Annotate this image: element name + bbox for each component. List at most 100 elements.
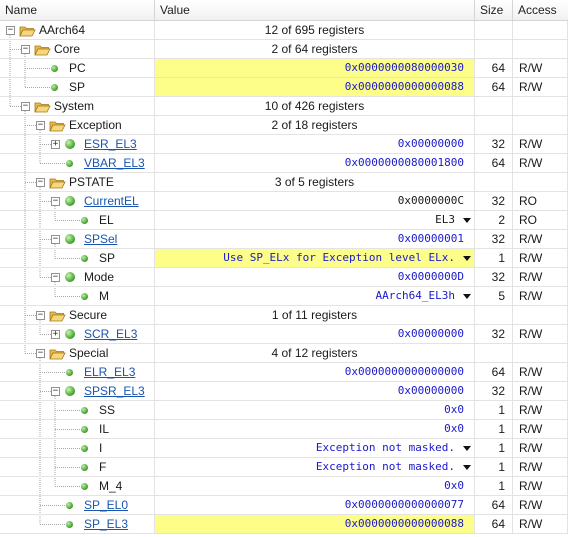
name-cell[interactable]: − AArch64 <box>0 21 155 40</box>
value-cell[interactable]: 0x0000000C <box>155 192 475 211</box>
value-cell[interactable]: AArch64_EL3h <box>155 287 475 306</box>
value-cell[interactable]: 0x00000000 <box>155 135 475 154</box>
value-cell[interactable]: 0x0 <box>155 401 475 420</box>
collapse-icon[interactable]: − <box>36 311 45 320</box>
name-cell[interactable]: − SPSR_EL3 <box>0 382 155 401</box>
collapse-icon[interactable]: − <box>51 273 60 282</box>
tree-group-row[interactable]: − PSTATE 3 of 5 registers <box>0 173 568 192</box>
value-cell[interactable]: 0x00000000 <box>155 382 475 401</box>
register-row[interactable]: M_4 0x0 1 R/W <box>0 477 568 496</box>
collapse-icon[interactable]: − <box>21 102 30 111</box>
name-cell[interactable]: IL <box>0 420 155 439</box>
name-cell[interactable]: M_4 <box>0 477 155 496</box>
register-name-elr-el3[interactable]: ELR_EL3 <box>84 363 135 381</box>
expand-icon[interactable]: + <box>51 140 60 149</box>
register-row[interactable]: − SPSR_EL3 0x00000000 32 R/W <box>0 382 568 401</box>
register-row[interactable]: SP Use SP_ELx for Exception level ELx. 1 R/… <box>0 249 568 268</box>
column-value-header[interactable]: Value <box>155 0 475 20</box>
value-cell[interactable]: Exception not masked. <box>155 439 475 458</box>
collapse-icon[interactable]: − <box>6 26 15 35</box>
collapse-icon[interactable]: − <box>51 235 60 244</box>
register-row[interactable]: − Mode 0x0000000D 32 R/W <box>0 268 568 287</box>
column-size-header[interactable]: Size <box>475 0 513 20</box>
register-name-sp-el3[interactable]: SP_EL3 <box>84 515 128 533</box>
dropdown-arrow-icon[interactable] <box>463 445 471 451</box>
tree-group-row[interactable]: − Core 2 of 64 registers <box>0 40 568 59</box>
dropdown-arrow-icon[interactable] <box>463 217 471 223</box>
register-row[interactable]: SS 0x0 1 R/W <box>0 401 568 420</box>
collapse-icon[interactable]: − <box>51 387 60 396</box>
dropdown-arrow-icon[interactable] <box>463 293 471 299</box>
tree-group-row[interactable]: − Exception 2 of 18 registers <box>0 116 568 135</box>
value-cell[interactable]: 0x0000000000000000 <box>155 363 475 382</box>
register-row[interactable]: ELR_EL3 0x0000000000000000 64 R/W <box>0 363 568 382</box>
register-row[interactable]: PC 0x0000000080000030 64 R/W <box>0 59 568 78</box>
register-row[interactable]: F Exception not masked. 1 R/W <box>0 458 568 477</box>
name-cell[interactable]: SP <box>0 78 155 97</box>
name-cell[interactable]: + SCR_EL3 <box>0 325 155 344</box>
name-cell[interactable]: − System <box>0 97 155 116</box>
value-cell[interactable]: 0x0000000000000077 <box>155 496 475 515</box>
dropdown-arrow-icon[interactable] <box>463 255 471 261</box>
register-name-vbar-el3[interactable]: VBAR_EL3 <box>84 154 145 172</box>
name-cell[interactable]: SP <box>0 249 155 268</box>
register-row[interactable]: IL 0x0 1 R/W <box>0 420 568 439</box>
register-name-esr-el3[interactable]: ESR_EL3 <box>84 135 137 153</box>
name-cell[interactable]: ELR_EL3 <box>0 363 155 382</box>
register-name-sp-el0[interactable]: SP_EL0 <box>84 496 128 514</box>
name-cell[interactable]: F <box>0 458 155 477</box>
value-cell[interactable]: 0x0000000080000030 <box>155 59 475 78</box>
name-cell[interactable]: + ESR_EL3 <box>0 135 155 154</box>
name-cell[interactable]: VBAR_EL3 <box>0 154 155 173</box>
name-cell[interactable]: − Special <box>0 344 155 363</box>
register-row[interactable]: − CurrentEL 0x0000000C 32 RO <box>0 192 568 211</box>
collapse-icon[interactable]: − <box>21 45 30 54</box>
value-cell[interactable]: 0x0000000000000088 <box>155 78 475 97</box>
name-cell[interactable]: − PSTATE <box>0 173 155 192</box>
register-name-spsr-el3[interactable]: SPSR_EL3 <box>84 382 145 400</box>
value-cell[interactable]: 0x00000001 <box>155 230 475 249</box>
value-cell[interactable]: EL3 <box>155 211 475 230</box>
tree-group-row[interactable]: − AArch64 12 of 695 registers <box>0 21 568 40</box>
value-cell[interactable]: 0x0000000080001800 <box>155 154 475 173</box>
collapse-icon[interactable]: − <box>36 349 45 358</box>
name-cell[interactable]: − Secure <box>0 306 155 325</box>
name-cell[interactable]: SP_EL0 <box>0 496 155 515</box>
register-row[interactable]: SP_EL3 0x0000000000000088 64 R/W <box>0 515 568 534</box>
value-cell[interactable]: 0x00000000 <box>155 325 475 344</box>
register-row[interactable]: VBAR_EL3 0x0000000080001800 64 R/W <box>0 154 568 173</box>
collapse-icon[interactable]: − <box>36 121 45 130</box>
register-row[interactable]: SP 0x0000000000000088 64 R/W <box>0 78 568 97</box>
name-cell[interactable]: EL <box>0 211 155 230</box>
register-row[interactable]: I Exception not masked. 1 R/W <box>0 439 568 458</box>
name-cell[interactable]: − Exception <box>0 116 155 135</box>
value-cell[interactable]: 0x0 <box>155 420 475 439</box>
tree-group-row[interactable]: − Secure 1 of 11 registers <box>0 306 568 325</box>
tree-group-row[interactable]: − System 10 of 426 registers <box>0 97 568 116</box>
expand-icon[interactable]: + <box>51 330 60 339</box>
collapse-icon[interactable]: − <box>51 197 60 206</box>
register-name-spsel[interactable]: SPSel <box>84 230 117 248</box>
register-name-scr-el3[interactable]: SCR_EL3 <box>84 325 137 343</box>
name-cell[interactable]: I <box>0 439 155 458</box>
value-cell[interactable]: 0x0000000000000088 <box>155 515 475 534</box>
register-row[interactable]: + ESR_EL3 0x00000000 32 R/W <box>0 135 568 154</box>
register-row[interactable]: − SPSel 0x00000001 32 R/W <box>0 230 568 249</box>
tree-group-row[interactable]: − Special 4 of 12 registers <box>0 344 568 363</box>
value-cell[interactable]: 0x0 <box>155 477 475 496</box>
name-cell[interactable]: − CurrentEL <box>0 192 155 211</box>
collapse-icon[interactable]: − <box>36 178 45 187</box>
dropdown-arrow-icon[interactable] <box>463 464 471 470</box>
name-cell[interactable]: − Mode <box>0 268 155 287</box>
name-cell[interactable]: M <box>0 287 155 306</box>
column-access-header[interactable]: Access <box>513 0 568 20</box>
name-cell[interactable]: − Core <box>0 40 155 59</box>
name-cell[interactable]: SS <box>0 401 155 420</box>
value-cell[interactable]: Exception not masked. <box>155 458 475 477</box>
name-cell[interactable]: PC <box>0 59 155 78</box>
register-row[interactable]: EL EL3 2 RO <box>0 211 568 230</box>
register-row[interactable]: + SCR_EL3 0x00000000 32 R/W <box>0 325 568 344</box>
name-cell[interactable]: SP_EL3 <box>0 515 155 534</box>
register-row[interactable]: SP_EL0 0x0000000000000077 64 R/W <box>0 496 568 515</box>
value-cell[interactable]: 0x0000000D <box>155 268 475 287</box>
